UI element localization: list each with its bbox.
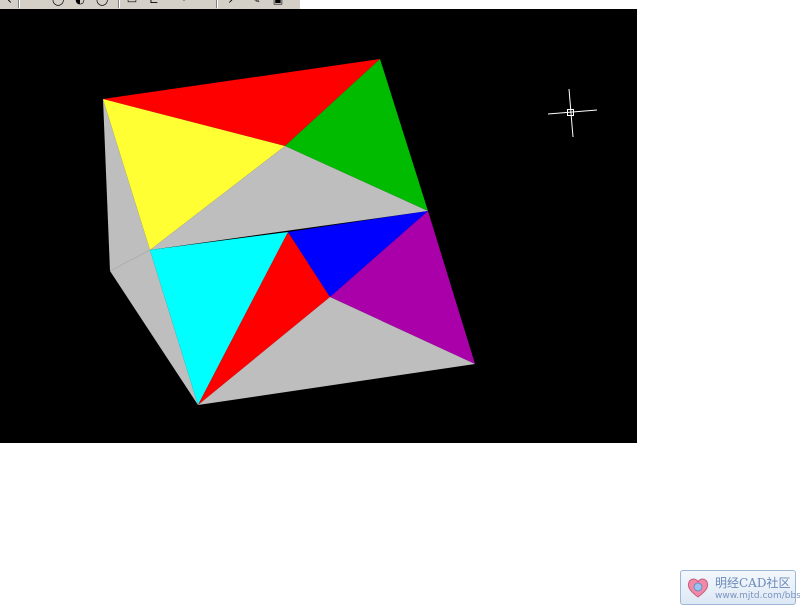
arrow-icon[interactable]: ↖: [2, 0, 14, 6]
grid-icon[interactable]: ▭: [126, 0, 138, 6]
orbit-icon[interactable]: ◯: [52, 0, 64, 6]
heart-logo-icon: [687, 578, 709, 598]
edit-icon[interactable]: ✎: [250, 0, 262, 6]
crosshair-icon: [547, 88, 598, 138]
drawing-viewport[interactable]: [0, 9, 637, 443]
snap-icon[interactable]: ⊏: [148, 0, 160, 6]
refresh-icon[interactable]: ◯: [96, 0, 108, 6]
cad-screen: ↖ ◯ ◐ ◯ ▭ ⊏ ◦ ↗ ✎ ▣: [0, 0, 800, 609]
toolbar-separator: [216, 0, 218, 8]
rotate-icon[interactable]: ◐: [74, 0, 86, 6]
window-icon[interactable]: ▣: [272, 0, 284, 6]
model-canvas: [103, 59, 598, 405]
pick-icon[interactable]: ↗: [226, 0, 238, 6]
view-icon[interactable]: ◦: [178, 0, 190, 6]
watermark-url: www.mjtd.com/bbs: [715, 591, 800, 601]
watermark-badge: 明经CAD社区 www.mjtd.com/bbs: [680, 570, 800, 605]
toolbar-separator: [18, 0, 20, 8]
toolbar-separator: [118, 0, 120, 8]
watermark-title: 明经CAD社区: [715, 576, 791, 590]
